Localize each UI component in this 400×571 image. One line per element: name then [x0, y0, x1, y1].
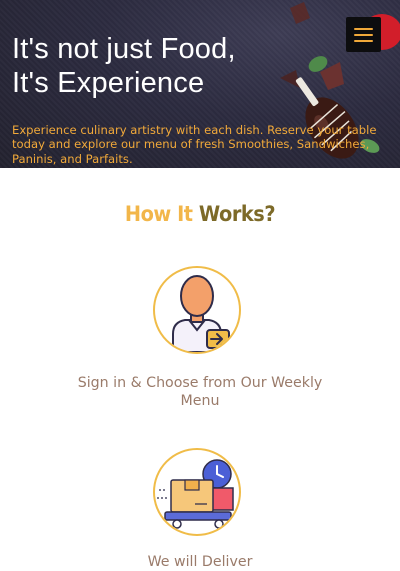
- hero-subtitle: Experience culinary artistry with each d…: [12, 123, 377, 166]
- hamburger-bar-2: [354, 33, 373, 36]
- hero-title: It's not just Food, It's Experience: [12, 32, 236, 100]
- menu-button[interactable]: [346, 17, 381, 52]
- hero-title-line2: It's Experience: [12, 67, 205, 99]
- hamburger-bar-3: [354, 39, 373, 42]
- how-it-works-title: How It Works?: [16, 202, 384, 226]
- how-it-works-title-part1: How It: [124, 202, 193, 226]
- how-it-works-title-part2: Works?: [198, 202, 276, 226]
- delivery-icon: [153, 448, 241, 536]
- step-1-label: Sign in & Choose from Our Weekly Menu: [77, 375, 323, 409]
- hero-title-line1: It's not just Food,: [12, 33, 236, 65]
- hero-banner: It's not just Food, It's Experience Expe…: [0, 0, 400, 168]
- hamburger-menu-icon: [354, 27, 373, 30]
- user-signin-icon: [153, 266, 241, 354]
- step-2-label: We will Deliver: [147, 554, 253, 570]
